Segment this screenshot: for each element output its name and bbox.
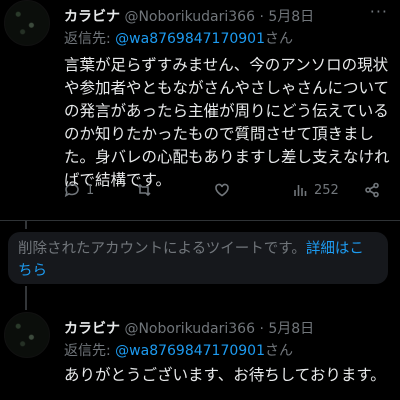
reply-button[interactable]: 1 [64,182,94,198]
thread-line [25,221,27,229]
reply-to-suffix: さん [265,343,293,359]
share-icon [365,182,379,198]
reply-to-line: 返信先: @wa8769847170901さん [64,28,293,48]
divider [0,220,400,221]
tweet-text: 言葉が足らずすみません、今のアンソロの現状や参加者やともながさんやさしゃさんにつ… [64,56,390,189]
more-icon[interactable]: ··· [370,2,388,21]
tweet-date[interactable]: 5月8日 [268,321,314,337]
retweet-button[interactable] [136,182,152,198]
thread-line [25,286,27,310]
separator-dot: · [259,9,264,25]
reply-to-label: 返信先: [64,343,116,359]
avatar[interactable] [4,0,50,46]
reply-icon [64,183,79,198]
tweet-1[interactable]: カラビナ @Noborikudari366 · 5月8日 ··· 返信先: @w… [0,0,400,220]
display-name[interactable]: カラビナ [64,321,120,337]
separator-dot: · [259,321,264,337]
avatar[interactable] [4,312,50,358]
action-bar: 1 252 [64,182,384,202]
deleted-notice-text: 削除されたアカウントによるツイートです。 [18,241,306,257]
display-name[interactable]: カラビナ [64,9,120,25]
reply-to-suffix: さん [265,31,293,47]
like-icon [215,183,229,197]
views-count: 252 [314,182,339,198]
share-button[interactable] [364,182,380,198]
reply-count: 1 [86,182,95,198]
views-button[interactable]: 252 [292,182,339,198]
reply-to-handle[interactable]: @wa8769847170901 [115,31,265,47]
tweet-date[interactable]: 5月8日 [268,9,314,25]
deleted-tweet-notice: 削除されたアカウントによるツイートです。詳細はこちら [8,232,388,284]
reply-to-handle[interactable]: @wa8769847170901 [115,343,265,359]
like-button[interactable] [214,182,230,198]
user-handle[interactable]: @Noborikudari366 [124,9,255,25]
retweet-icon [137,183,151,197]
views-icon [294,185,307,196]
tweet-header: カラビナ @Noborikudari366 · 5月8日 [64,318,314,338]
user-handle[interactable]: @Noborikudari366 [124,321,255,337]
tweet-header: カラビナ @Noborikudari366 · 5月8日 [64,6,314,26]
reply-to-label: 返信先: [64,31,116,47]
reply-to-line: 返信先: @wa8769847170901さん [64,340,293,360]
tweet-2[interactable]: カラビナ @Noborikudari366 · 5月8日 返信先: @wa876… [0,312,400,400]
tweet-text: ありがとうございます、お待ちしております。 [64,366,386,384]
